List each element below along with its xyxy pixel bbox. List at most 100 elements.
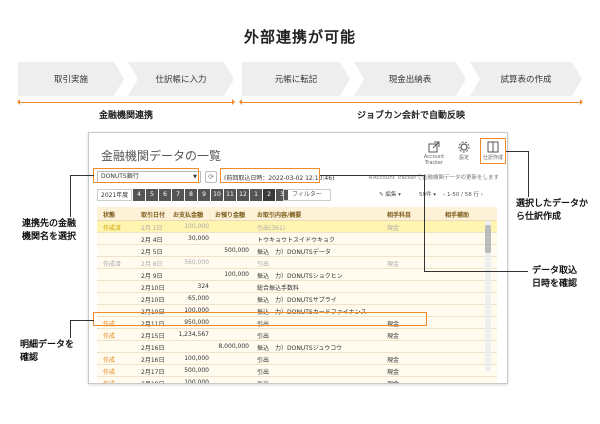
month-tab[interactable]: 6 [159, 189, 171, 201]
scrollbar[interactable] [485, 221, 491, 371]
cell-desc: 引出 [257, 261, 270, 268]
connector-bank [70, 175, 94, 176]
step-trade: 取引実施 [18, 62, 124, 96]
cell-deposit: 8,000,000 [218, 343, 249, 350]
month-tab[interactable]: 11 [224, 189, 236, 201]
cell-date: 2月16日 [141, 345, 165, 352]
cell-status[interactable]: 作成済 [103, 259, 121, 268]
cell-account: 現金 [387, 379, 399, 383]
page-title: 外部連携が可能 [243, 28, 356, 46]
bank-data-window: 金融機関データの一覧 Account Tracker 設定 仕訳作成 DONUT… [88, 132, 508, 384]
cell-date: 2月10日 [141, 309, 165, 316]
callout-create-journal: 選択したデータか ら仕訳作成 [516, 199, 589, 222]
table-row[interactable]: 2月10日 100,000 振込 力）DONUTSカードファイナンス [97, 305, 497, 317]
cell-date: 2月 5日 [141, 249, 163, 256]
table-row[interactable]: 2月 5日 500,000 振込 力）DONUTSデータ [97, 245, 497, 257]
bank-select-value: DONUTS銀行 [101, 173, 139, 180]
cell-pay: 500,000 [184, 367, 209, 374]
month-tab[interactable]: 8 [185, 189, 197, 201]
split-panel-icon [487, 141, 499, 153]
cell-date: 2月10日 [141, 297, 165, 304]
cell-desc: 引出 [257, 333, 270, 340]
connector-datetime-v [424, 175, 425, 271]
cell-desc: 振込 力）DONUTSジュウコウ [257, 345, 343, 352]
cell-desc: 振込 力）DONUTSショクヒン [257, 273, 343, 280]
connector-datetime-h [424, 271, 528, 272]
window-title: 金融機関データの一覧 [101, 149, 222, 163]
month-tab[interactable]: 5 [146, 189, 158, 201]
cell-pay: 950,000 [184, 319, 209, 326]
chevron-down-icon: ▼ [193, 174, 197, 180]
table-row[interactable]: 作成 2月15日 1,234,567 引出 現金 [97, 329, 497, 341]
range-right-arrow [239, 99, 583, 105]
pagination[interactable]: ‹ 1-50 / 58 行 › [443, 190, 483, 198]
cell-status[interactable]: 作成済 [103, 223, 121, 232]
table-row[interactable]: 作成 2月11日 950,000 引出 現金 [97, 317, 497, 329]
cell-desc: 総合振込手数料 [257, 285, 300, 292]
table-row[interactable]: 作成 2月17日 500,000 引出 現金 [97, 365, 497, 377]
month-tab[interactable]: 12 [237, 189, 249, 201]
settings-label: 設定 [458, 155, 469, 161]
cell-pay: 100,000 [184, 223, 209, 230]
table-row[interactable]: 作成 2月16日 100,000 引出 現金 [97, 353, 497, 365]
col-deposit: お預り金額 [215, 212, 246, 219]
cell-pay: 560,000 [184, 259, 209, 266]
account-tracker-button[interactable]: Account Tracker [419, 141, 449, 166]
month-tabs: 4 5 6 7 8 9 10 11 12 1 2 3 [133, 189, 288, 201]
callout-check-detail: 明細データを 確認 [20, 340, 75, 363]
month-tab[interactable]: 10 [211, 189, 223, 201]
table-row[interactable]: 2月 4日 30,000 トウキョウトスイドウキョク [97, 233, 497, 245]
scrollbar-thumb[interactable] [485, 225, 491, 253]
step-ledger: 元帳に転記 [242, 62, 350, 96]
table-row[interactable]: 作成済 2月 8日 560,000 引出 現金 [97, 257, 497, 269]
cell-date: 2月 1日 [141, 225, 163, 232]
cell-deposit: 100,000 [224, 271, 249, 278]
cell-deposit: 500,000 [224, 247, 249, 254]
refresh-button[interactable]: ⟳ [205, 171, 217, 183]
cell-date: 2月10日 [141, 285, 165, 292]
cell-status[interactable]: 作成 [103, 319, 115, 328]
cell-pay: 100,000 [184, 355, 209, 362]
cell-status[interactable]: 作成 [103, 367, 115, 376]
table-row[interactable]: 作成 2月18日 100,000 引出 現金 [97, 377, 497, 383]
month-tab[interactable]: 7 [172, 189, 184, 201]
step-cashbook: 現金出納表 [354, 62, 466, 96]
step-journal-entry: 仕訳帳に入力 [128, 62, 234, 96]
col-description: お取引内容/摘要 [257, 212, 302, 219]
connector-bank-v [70, 175, 71, 217]
filter-button[interactable]: フィルター [283, 189, 331, 201]
journal-label: 仕訳作成 [482, 155, 503, 161]
range-left-arrow [17, 99, 235, 105]
cell-date: 2月 8日 [141, 261, 163, 268]
per-page-select[interactable]: 50件 ▾ [419, 190, 436, 198]
cell-date: 2月18日 [141, 379, 164, 383]
step-trial-balance: 試算表の作成 [470, 62, 582, 96]
cell-status[interactable]: 作成 [103, 379, 115, 383]
table-row[interactable]: 2月10日 65,000 振込 力）DONUTSサプライ [97, 293, 497, 305]
cell-status[interactable]: 作成 [103, 355, 115, 364]
cell-desc: 振込 力）DONUTSカードファイナンス [257, 309, 367, 316]
per-page-value: 50件 [419, 192, 432, 198]
month-tab[interactable]: 2 [263, 189, 275, 201]
connector-detail [70, 320, 94, 321]
label-auto-reflect: ジョブカン会計で自動反映 [356, 111, 465, 121]
fiscal-year-select[interactable]: 2021年度 [97, 189, 133, 201]
edit-button[interactable]: ✎ 編集 ▾ [379, 190, 401, 198]
month-tab[interactable]: 4 [133, 189, 145, 201]
create-journal-button[interactable]: 仕訳作成 [481, 141, 505, 161]
table-row[interactable]: 2月16日 8,000,000 振込 力）DONUTSジュウコウ [97, 341, 497, 353]
month-tab[interactable]: 1 [250, 189, 262, 201]
cell-pay: 1,234,567 [178, 331, 209, 338]
cell-desc: 引出 [257, 357, 270, 364]
cell-status[interactable]: 作成 [103, 331, 115, 340]
table-row[interactable]: 2月10日 324 総合振込手数料 [97, 281, 497, 293]
table-row[interactable]: 作成済 2月 1日 100,000 引出(361) 現金 [97, 221, 497, 233]
cell-date: 2月15日 [141, 333, 165, 340]
cell-desc: 振込 力）DONUTSデータ [257, 249, 331, 256]
month-tab[interactable]: 9 [198, 189, 210, 201]
settings-button[interactable]: 設定 [453, 141, 475, 161]
connector-datetime [320, 175, 424, 176]
bank-select[interactable]: DONUTS銀行 ▼ [97, 171, 201, 183]
cell-pay: 30,000 [188, 235, 209, 242]
cell-account: 現金 [387, 369, 400, 376]
